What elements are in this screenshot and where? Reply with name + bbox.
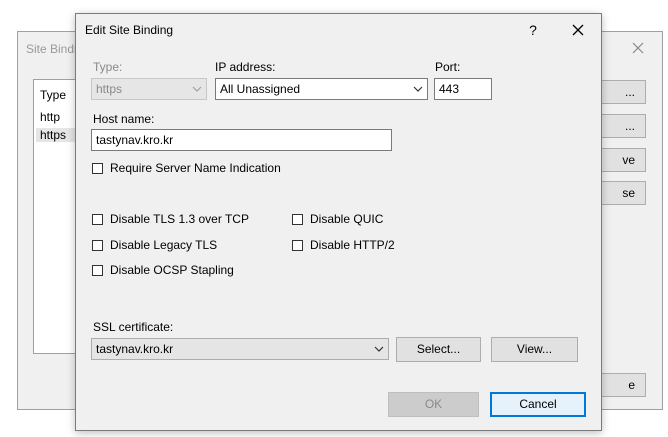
- list-column-header-type[interactable]: Type: [40, 88, 66, 102]
- remove-button[interactable]: ve: [596, 148, 646, 172]
- edit-button[interactable]: ...: [596, 114, 646, 138]
- cancel-button[interactable]: Cancel: [490, 392, 586, 417]
- ip-address-label: IP address:: [215, 60, 276, 74]
- disable-ocsp-stapling-option[interactable]: Disable OCSP Stapling: [92, 263, 234, 277]
- port-label: Port:: [435, 60, 461, 74]
- dialog-title: Edit Site Binding: [85, 23, 174, 37]
- add-button[interactable]: ...: [596, 80, 646, 104]
- close-button[interactable]: e: [596, 373, 646, 397]
- list-item[interactable]: http: [40, 110, 60, 124]
- host-name-label: Host name:: [93, 112, 155, 126]
- disable-legacy-tls-option[interactable]: Disable Legacy TLS: [92, 238, 217, 252]
- disable-legacy-tls-checkbox[interactable]: [92, 240, 103, 251]
- browse-button[interactable]: se: [596, 181, 646, 205]
- type-select[interactable]: https: [91, 78, 207, 100]
- port-input[interactable]: 443: [434, 78, 492, 100]
- edit-site-binding-dialog: Edit Site Binding ? Type: https IP addre…: [75, 13, 602, 431]
- require-sni-option[interactable]: Require Server Name Indication: [92, 161, 281, 175]
- ssl-certificate-select[interactable]: tastynav.kro.kr: [91, 338, 389, 360]
- chevron-down-icon: [192, 86, 202, 92]
- host-name-input[interactable]: tastynav.kro.kr: [91, 129, 392, 151]
- disable-tls13-checkbox[interactable]: [92, 214, 103, 225]
- bindings-list[interactable]: Type http https: [33, 79, 77, 354]
- type-label: Type:: [93, 60, 123, 74]
- ssl-certificate-label: SSL certificate:: [93, 320, 174, 334]
- ip-address-select[interactable]: All Unassigned: [215, 78, 428, 100]
- ok-button[interactable]: OK: [388, 392, 479, 417]
- close-icon[interactable]: [630, 40, 646, 56]
- disable-quic-checkbox[interactable]: [292, 214, 303, 225]
- select-certificate-button[interactable]: Select...: [396, 337, 481, 362]
- disable-ocsp-stapling-checkbox[interactable]: [92, 265, 103, 276]
- list-item[interactable]: https: [36, 128, 76, 142]
- close-icon[interactable]: [566, 19, 590, 41]
- chevron-down-icon: [413, 86, 423, 92]
- view-certificate-button[interactable]: View...: [491, 337, 578, 362]
- disable-http2-checkbox[interactable]: [292, 240, 303, 251]
- disable-http2-option[interactable]: Disable HTTP/2: [292, 238, 395, 252]
- help-button[interactable]: ?: [522, 19, 544, 41]
- site-bindings-title: Site Bindi: [26, 42, 77, 56]
- chevron-down-icon: [374, 346, 384, 352]
- disable-quic-option[interactable]: Disable QUIC: [292, 212, 383, 226]
- require-sni-checkbox[interactable]: [92, 163, 103, 174]
- disable-tls13-option[interactable]: Disable TLS 1.3 over TCP: [92, 212, 249, 226]
